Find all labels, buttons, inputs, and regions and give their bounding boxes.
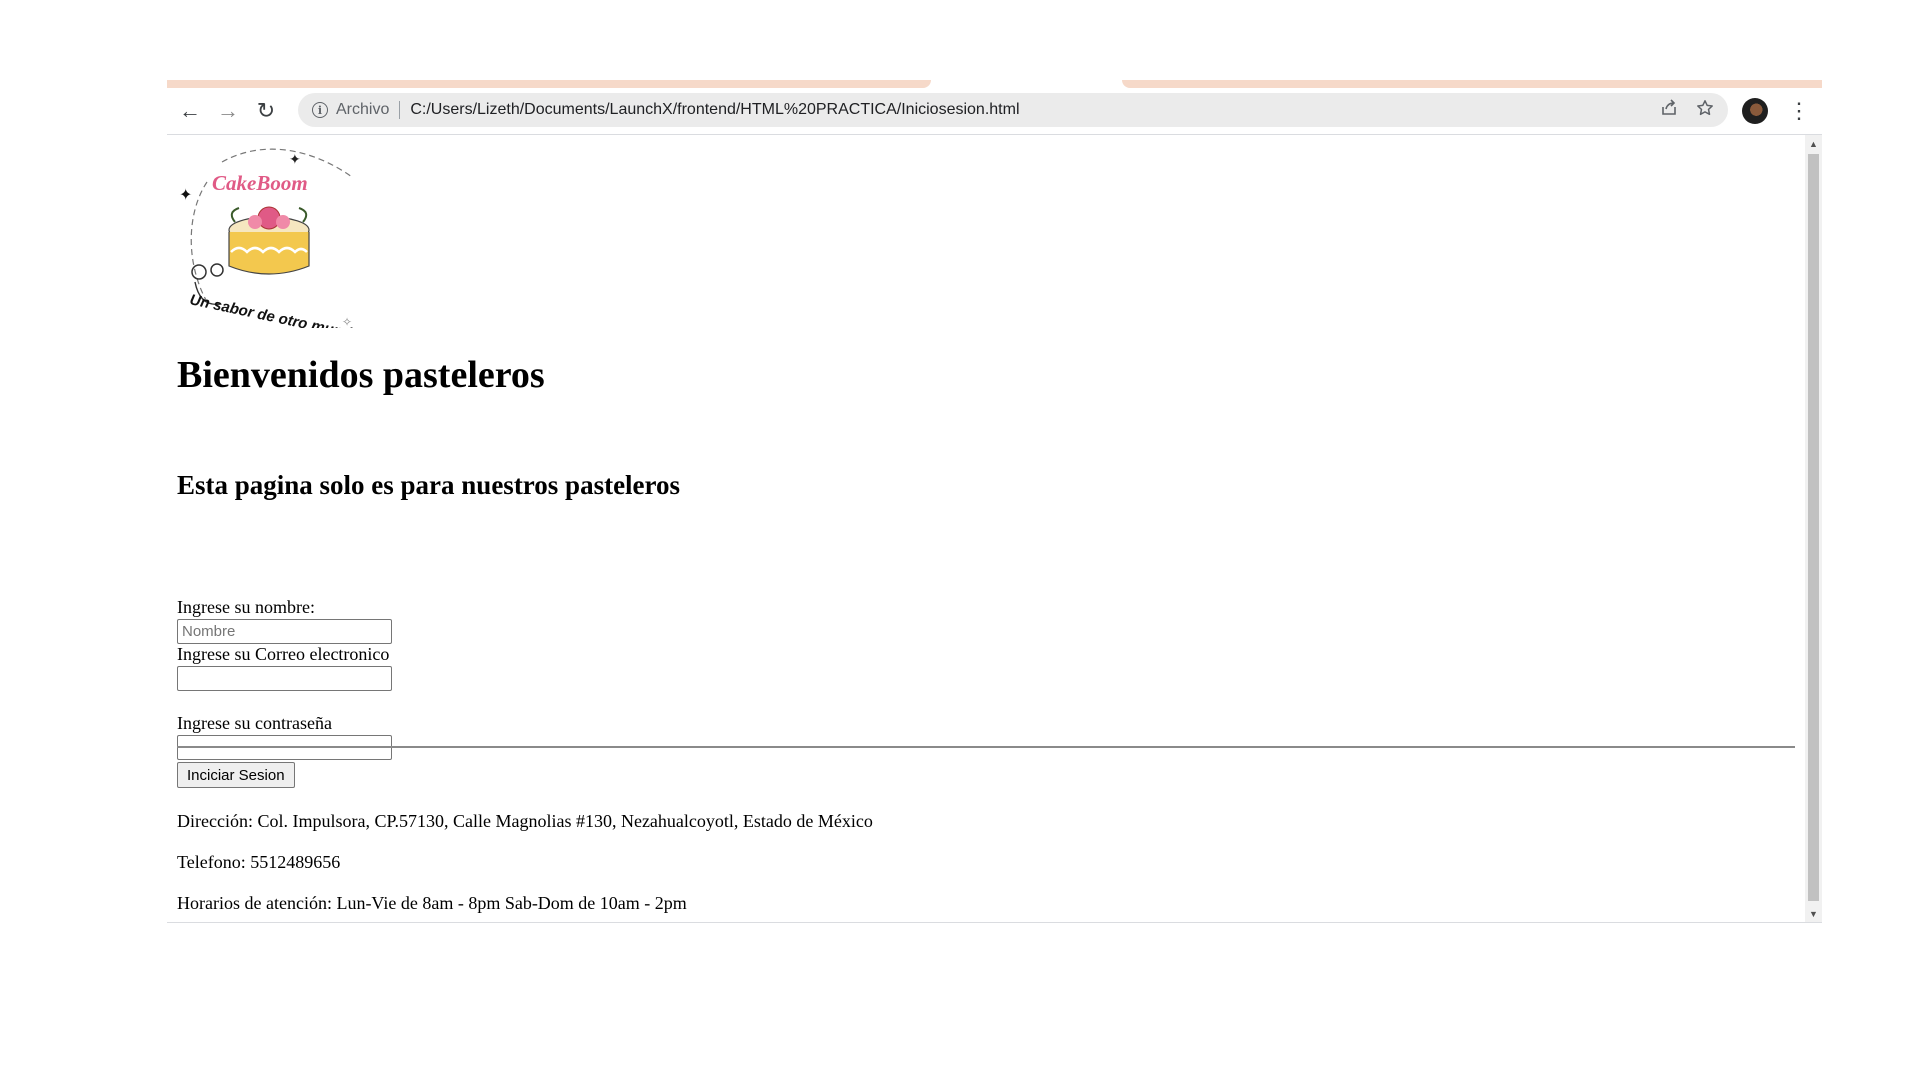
- form-divider: [177, 746, 1795, 748]
- hours-text: Horarios de atención: Lun-Vie de 8am - 8…: [177, 893, 687, 913]
- password-label: Ingrese su contraseña: [177, 713, 332, 733]
- info-icon[interactable]: i: [312, 102, 328, 118]
- logo-brand-text: CakeBoom: [212, 171, 308, 195]
- scheme-label: Archivo: [336, 101, 390, 118]
- back-arrow-icon[interactable]: ←: [175, 96, 205, 126]
- email-label: Ingrese su Correo electronico: [177, 644, 390, 664]
- svg-text:✦: ✦: [289, 153, 301, 168]
- profile-avatar[interactable]: [1742, 98, 1768, 124]
- url-text[interactable]: C:/Users/Lizeth/Documents/LaunchX/fronte…: [410, 101, 1019, 119]
- cakeboom-logo: ✦ ✦ CakeBoom Un sabor de otro mundo! ✧: [179, 148, 363, 328]
- star-icon[interactable]: [1696, 99, 1714, 122]
- reload-icon[interactable]: ↻: [251, 96, 281, 126]
- page-subtitle: Esta pagina solo es para nuestros pastel…: [177, 470, 681, 500]
- page-viewport: ✦ ✦ CakeBoom Un sabor de otro mundo! ✧ B…: [167, 135, 1822, 922]
- scroll-up-arrow-icon[interactable]: ▲: [1805, 135, 1822, 152]
- scroll-down-arrow-icon[interactable]: ▼: [1805, 905, 1822, 922]
- tab-strip-right: [1122, 80, 1822, 88]
- login-button[interactable]: Inciciar Sesion: [177, 762, 295, 788]
- address-bar-actions: [1660, 99, 1714, 122]
- window-bottom-border: [167, 922, 1822, 923]
- share-icon[interactable]: [1660, 99, 1678, 122]
- svg-text:✧: ✧: [342, 315, 352, 328]
- vertical-scrollbar[interactable]: ▲ ▼: [1805, 135, 1822, 922]
- logo-tagline-text: Un sabor de otro mundo!: [188, 291, 363, 328]
- svg-text:✦: ✦: [179, 187, 192, 204]
- tab-strip-left: [167, 80, 931, 88]
- browser-toolbar: ← → ↻ i Archivo C:/Users/Lizeth/Document…: [167, 88, 1822, 135]
- scrollbar-thumb[interactable]: [1808, 154, 1819, 901]
- tab-strip: [167, 80, 1822, 88]
- address-text: Dirección: Col. Impulsora, CP.57130, Cal…: [177, 811, 873, 831]
- browser-window: ← → ↻ i Archivo C:/Users/Lizeth/Document…: [167, 80, 1822, 923]
- address-separator: [399, 101, 401, 119]
- kebab-menu-icon[interactable]: ⋮: [1787, 96, 1811, 126]
- page-title: Bienvenidos pasteleros: [177, 354, 545, 396]
- name-label: Ingrese su nombre:: [177, 597, 315, 617]
- name-input[interactable]: [177, 619, 392, 644]
- forward-arrow-icon[interactable]: →: [213, 96, 243, 126]
- phone-text: Telefono: 5512489656: [177, 852, 341, 872]
- email-input[interactable]: [177, 666, 392, 691]
- address-bar[interactable]: i Archivo C:/Users/Lizeth/Documents/Laun…: [298, 93, 1728, 127]
